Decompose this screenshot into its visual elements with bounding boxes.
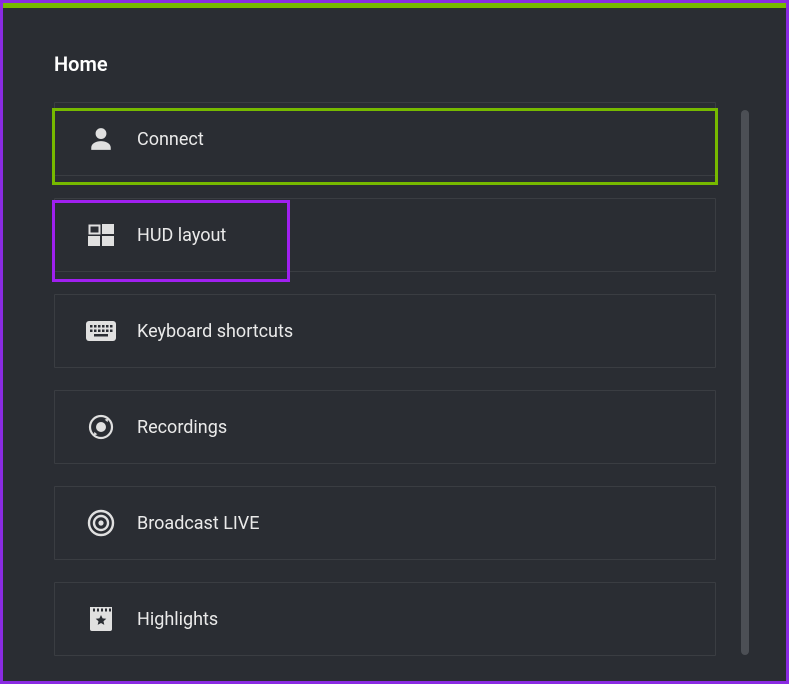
menu-item-broadcast-live[interactable]: Broadcast LIVE (54, 486, 716, 560)
menu-item-label: HUD layout (137, 225, 226, 246)
highlights-icon (83, 607, 119, 631)
menu-item-label: Keyboard shortcuts (137, 321, 293, 342)
menu-item-label: Highlights (137, 609, 218, 630)
menu-item-connect[interactable]: Connect (54, 102, 716, 176)
menu-item-label: Broadcast LIVE (137, 513, 259, 534)
user-icon (83, 126, 119, 152)
record-icon (83, 414, 119, 440)
menu-item-label: Recordings (137, 417, 227, 438)
menu-list: Connect HUD layout (54, 102, 716, 656)
menu-item-hud-layout[interactable]: HUD layout (54, 198, 716, 272)
menu-item-recordings[interactable]: Recordings (54, 390, 716, 464)
broadcast-icon (83, 509, 119, 537)
annotation-top-bar (3, 3, 786, 8)
page-title: Home (54, 52, 735, 76)
menu-item-keyboard-shortcuts[interactable]: Keyboard shortcuts (54, 294, 716, 368)
scrollbar[interactable] (741, 110, 749, 655)
layout-icon (83, 224, 119, 246)
settings-panel: Home Connect HUD layout (0, 0, 789, 684)
menu-item-highlights[interactable]: Highlights (54, 582, 716, 656)
keyboard-icon (83, 321, 119, 341)
menu-item-label: Connect (137, 129, 204, 150)
